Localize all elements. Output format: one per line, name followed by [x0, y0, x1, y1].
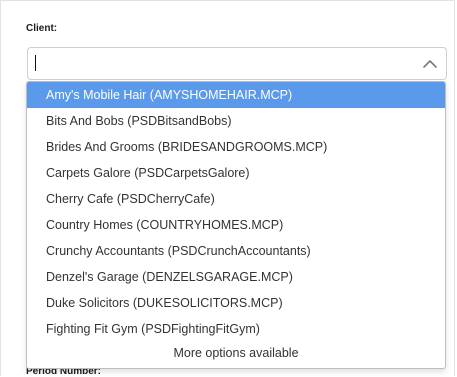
client-label: Client:: [26, 23, 58, 34]
client-option[interactable]: Crunchy Accountants (PSDCrunchAccountant…: [27, 238, 445, 264]
client-option[interactable]: Fighting Fit Gym (PSDFightingFitGym): [27, 316, 445, 342]
client-option[interactable]: Country Homes (COUNTRYHOMES.MCP): [27, 212, 445, 238]
client-combobox[interactable]: [27, 47, 447, 80]
more-options-note: More options available: [173, 346, 299, 360]
client-option[interactable]: Carpets Galore (PSDCarpetsGalore): [27, 160, 445, 186]
client-option[interactable]: Denzel's Garage (DENZELSGARAGE.MCP): [27, 264, 445, 290]
client-option[interactable]: Duke Solicitors (DUKESOLICITORS.MCP): [27, 290, 445, 316]
client-option[interactable]: Brides And Grooms (BRIDESANDGROOMS.MCP): [27, 134, 445, 160]
client-option[interactable]: Bits And Bobs (PSDBitsandBobs): [27, 108, 445, 134]
client-option[interactable]: Cherry Cafe (PSDCherryCafe): [27, 186, 445, 212]
client-dropdown-list: Amy's Mobile Hair (AMYSHOMEHAIR.MCP) Bit…: [26, 81, 446, 369]
client-search-input[interactable]: [30, 50, 410, 77]
client-option[interactable]: Amy's Mobile Hair (AMYSHOMEHAIR.MCP): [27, 82, 445, 108]
chevron-up-icon[interactable]: [422, 56, 438, 72]
